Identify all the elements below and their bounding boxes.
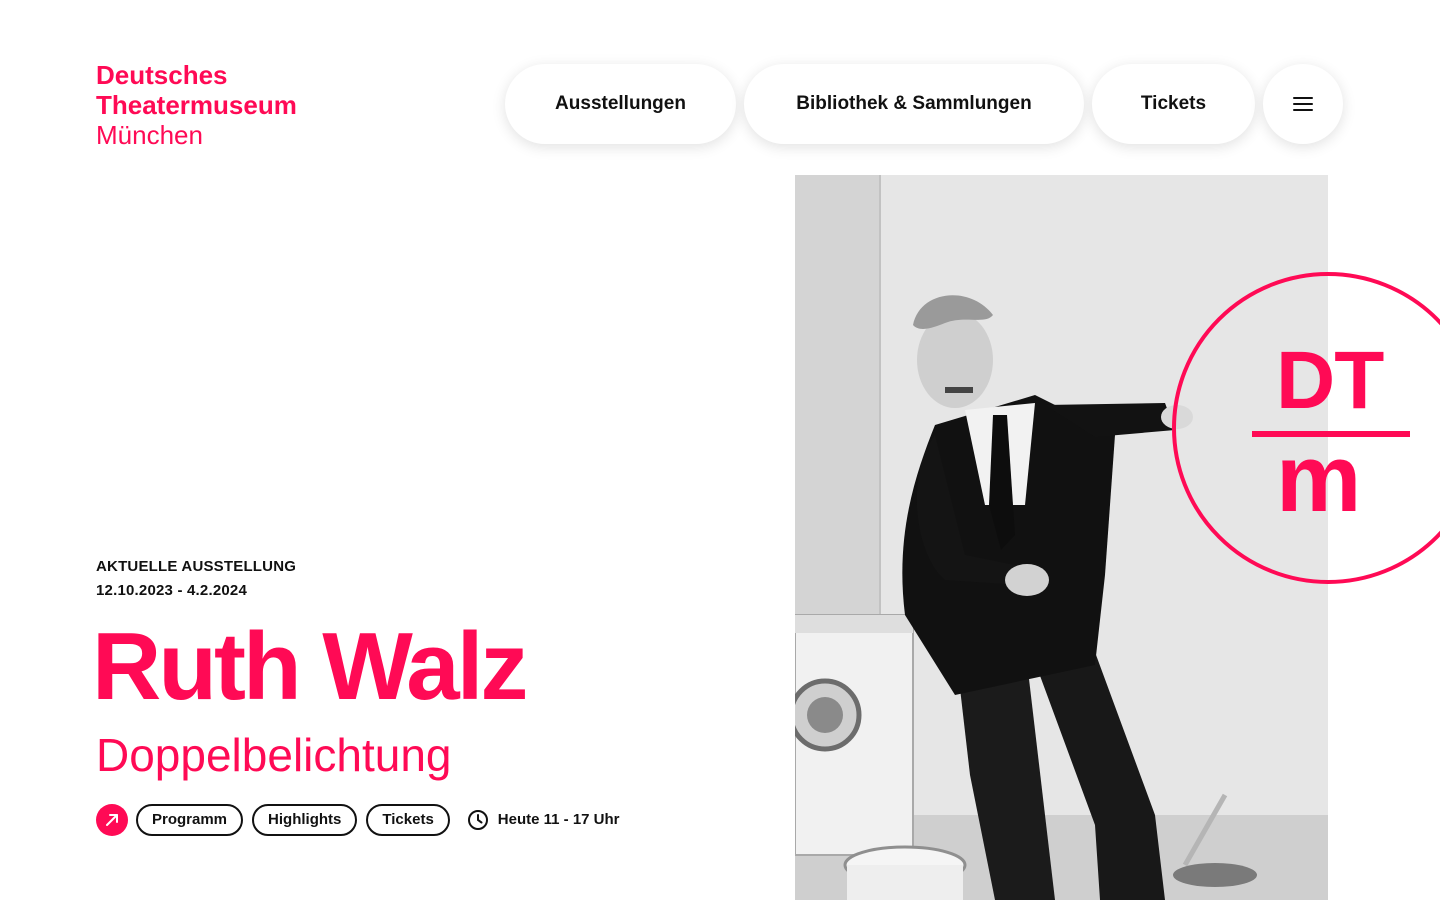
opening-hours: Heute 11 - 17 Uhr <box>467 809 620 831</box>
museum-logo[interactable]: Deutsches Theatermuseum München <box>96 60 297 150</box>
nav-bibliothek-sammlungen[interactable]: Bibliothek & Sammlungen <box>744 64 1084 144</box>
exhibition-actions: Programm Highlights Tickets Heute 11 - 1… <box>96 803 620 836</box>
highlights-button[interactable]: Highlights <box>252 803 358 836</box>
tickets-button[interactable]: Tickets <box>366 803 450 836</box>
clock-icon <box>467 809 488 830</box>
exhibition-kicker: AKTUELLE AUSSTELLUNG 12.10.2023 - 4.2.20… <box>96 555 296 603</box>
exhibition-dates: 12.10.2023 - 4.2.2024 <box>96 582 247 599</box>
badge-m-text: m <box>1276 425 1362 532</box>
exhibition-title: Ruth Walz <box>92 613 528 720</box>
menu-button[interactable] <box>1263 64 1343 144</box>
open-exhibition-button[interactable] <box>96 803 128 836</box>
arrow-up-right-icon <box>106 813 118 826</box>
hamburger-menu-icon <box>1293 97 1313 111</box>
exhibition-subtitle: Doppelbelichtung <box>96 729 452 781</box>
badge-dt-text: DT <box>1276 335 1384 426</box>
nav-ausstellungen[interactable]: Ausstellungen <box>505 64 736 144</box>
exhibition-label: AKTUELLE AUSSTELLUNG <box>96 558 297 575</box>
logo-line-2: Theatermuseum <box>96 90 297 120</box>
nav-tickets[interactable]: Tickets <box>1092 64 1255 144</box>
opening-hours-text: Heute 11 - 17 Uhr <box>497 811 620 828</box>
programm-button[interactable]: Programm <box>136 803 244 836</box>
logo-line-3: München <box>96 120 203 150</box>
logo-line-1: Deutsches <box>96 60 228 90</box>
